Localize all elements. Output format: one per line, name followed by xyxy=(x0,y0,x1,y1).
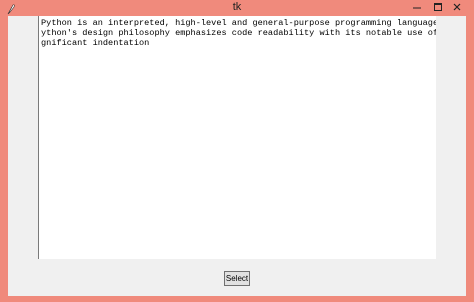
title-bar[interactable]: tk xyxy=(0,0,474,16)
select-button[interactable]: Select xyxy=(224,271,250,286)
window-title: tk xyxy=(232,1,242,13)
maximize-icon[interactable] xyxy=(428,0,448,14)
text-area[interactable]: Python is an interpreted, high-level and… xyxy=(38,16,436,259)
close-icon[interactable] xyxy=(447,0,467,14)
text-line: ython's design philosophy emphasizes cod… xyxy=(41,28,436,38)
client-area: Python is an interpreted, high-level and… xyxy=(8,16,466,296)
minimize-icon[interactable] xyxy=(407,0,427,14)
app-window: tk Python is an interpreted, high-level … xyxy=(0,0,474,302)
text-line: gnificant indentation xyxy=(41,38,150,48)
text-line: Python is an interpreted, high-level and… xyxy=(41,18,436,28)
